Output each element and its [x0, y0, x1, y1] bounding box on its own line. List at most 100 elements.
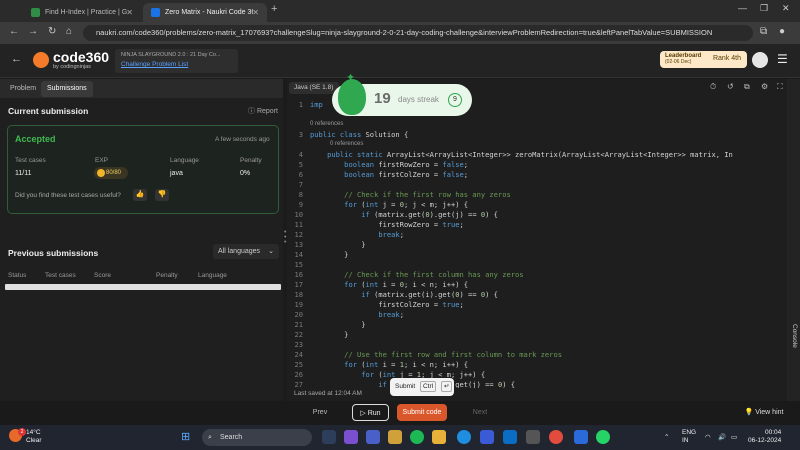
- language-filter-select[interactable]: All languages ⌄: [213, 244, 279, 259]
- task-view-icon[interactable]: [322, 430, 336, 444]
- whatsapp-icon[interactable]: [596, 430, 610, 444]
- prev-button[interactable]: Prev: [306, 404, 334, 421]
- minimize-icon[interactable]: —: [738, 3, 747, 13]
- language-filter-value: All languages: [218, 248, 261, 255]
- tray-chevron-icon[interactable]: ⌃: [664, 433, 669, 441]
- language-code: ENG: [682, 429, 697, 436]
- play-icon: ▷: [360, 410, 368, 417]
- leaderboard-button[interactable]: Leaderboard (02-06 Dec) Rank 4th: [660, 51, 747, 68]
- thumbs-down-icon[interactable]: 👎: [155, 189, 169, 201]
- file-explorer-icon[interactable]: [432, 430, 446, 444]
- volume-icon[interactable]: 🔊: [718, 433, 726, 441]
- edge-icon[interactable]: [457, 430, 471, 444]
- copilot-icon[interactable]: [388, 430, 402, 444]
- tab-label: Find H-Index | Practice | GeeksforGeeks: [45, 9, 127, 16]
- console-panel-toggle[interactable]: Console: [787, 79, 800, 401]
- new-tab-icon[interactable]: +: [271, 3, 277, 15]
- exp-label: EXP: [95, 157, 109, 164]
- window-close-icon[interactable]: ✕: [782, 3, 790, 14]
- fullscreen-icon[interactable]: ⛶: [777, 82, 783, 92]
- language-label: Language: [170, 157, 199, 164]
- logo-title: code360: [53, 49, 110, 65]
- tests-label: Test cases: [15, 157, 46, 164]
- spotify-icon[interactable]: [410, 430, 424, 444]
- extensions-icon[interactable]: ⧉: [760, 26, 767, 37]
- battery-icon[interactable]: ▭: [731, 433, 737, 441]
- code360-logo-icon[interactable]: [33, 52, 49, 68]
- language-select[interactable]: Java (SE 1.8): [289, 82, 339, 94]
- forward-icon[interactable]: →: [28, 26, 38, 37]
- search-label: Search: [220, 434, 243, 441]
- horizontal-scrollbar[interactable]: [5, 284, 281, 290]
- coin-icon: [97, 169, 105, 177]
- current-submission-title: Current submission: [8, 106, 89, 116]
- back-icon[interactable]: ←: [9, 26, 19, 37]
- profile-icon[interactable]: ●: [779, 26, 785, 37]
- run-label: Run: [367, 410, 381, 417]
- submit-tooltip: Submit Ctrl ↵: [390, 378, 454, 396]
- vscode-icon[interactable]: [574, 430, 588, 444]
- streak-badge: 9: [448, 93, 462, 107]
- weather-widget[interactable]: 14°C Clear: [26, 429, 42, 445]
- clock-time: 00:04: [764, 429, 782, 436]
- teams-work-icon[interactable]: [366, 430, 380, 444]
- code-editor[interactable]: 1 imp 0 references 3 public class Solution…: [287, 97, 785, 388]
- tab-submissions[interactable]: Submissions: [41, 81, 93, 97]
- home-icon[interactable]: ⌂: [66, 26, 72, 37]
- next-button[interactable]: Next: [466, 404, 494, 421]
- address-bar-row: ← → ↻ ⌂ naukri.com/code360/problems/zero…: [0, 22, 800, 44]
- close-icon[interactable]: ✕: [126, 3, 133, 22]
- last-saved-text: Last saved at 12:04 AM: [294, 390, 362, 397]
- info-icon: ⓘ: [248, 108, 257, 115]
- search-icon: ⌕: [208, 434, 212, 441]
- streak-count: 19: [374, 90, 391, 107]
- left-tabs: Problem Submissions: [0, 79, 283, 98]
- wifi-icon[interactable]: ◠: [705, 433, 711, 441]
- tab-zero-matrix[interactable]: Zero Matrix - Naukri Code 360 ✕: [143, 3, 267, 22]
- url-input[interactable]: naukri.com/code360/problems/zero-matrix_…: [83, 25, 753, 41]
- tab-problem[interactable]: Problem: [4, 81, 42, 97]
- back-arrow-icon[interactable]: ←: [11, 53, 22, 65]
- clock[interactable]: 00:04 06-12-2024: [748, 429, 781, 445]
- restore-icon[interactable]: ❐: [760, 3, 768, 14]
- store-icon[interactable]: [480, 430, 494, 444]
- reset-icon[interactable]: ↺: [727, 82, 734, 91]
- teams-icon[interactable]: [344, 430, 358, 444]
- terminal-icon[interactable]: [526, 430, 540, 444]
- column-penalty: Penalty: [156, 272, 178, 279]
- taskbar-search[interactable]: ⌕ Search: [202, 429, 312, 446]
- enter-key: ↵: [440, 381, 453, 392]
- tooltip-text: Submit: [395, 383, 416, 390]
- reload-icon[interactable]: ↻: [48, 26, 56, 37]
- report-button[interactable]: ⓘ Report: [248, 106, 278, 116]
- weather-badge: 2: [18, 428, 26, 436]
- submit-code-button[interactable]: Submit code: [397, 404, 447, 421]
- report-label: Report: [256, 108, 278, 115]
- timer-icon[interactable]: ⏱: [710, 82, 716, 92]
- language-indicator[interactable]: ENG IN: [682, 429, 696, 445]
- codelens-references: 0 references: [310, 121, 344, 127]
- copy-icon[interactable]: ⧉: [744, 82, 750, 92]
- challenge-problem-list-link[interactable]: Challenge Problem List: [121, 61, 232, 68]
- ctrl-key: Ctrl: [420, 381, 437, 392]
- tab-gfg[interactable]: Find H-Index | Practice | GeeksforGeeks …: [23, 3, 141, 22]
- thumbs-up-icon[interactable]: 👍: [133, 189, 147, 201]
- rank-text: Rank 4th: [712, 55, 741, 62]
- run-button[interactable]: ▷ Run: [352, 404, 389, 421]
- region-code: IN: [682, 437, 689, 444]
- avatar[interactable]: [752, 52, 768, 68]
- hamburger-menu-icon[interactable]: ☰: [777, 52, 788, 66]
- settings-icon[interactable]: ⚙: [761, 82, 768, 91]
- view-hint-button[interactable]: 💡 View hint: [739, 404, 789, 421]
- chrome-icon[interactable]: [549, 430, 563, 444]
- clock-date: 06-12-2024: [748, 437, 782, 444]
- close-icon[interactable]: ✕: [252, 3, 259, 22]
- language-value: java: [170, 170, 183, 177]
- logo-subtitle: by codingninjas: [53, 64, 91, 70]
- app-icon[interactable]: [503, 430, 517, 444]
- windows-start-icon[interactable]: ⊞: [181, 430, 190, 443]
- gfg-favicon-icon: [31, 8, 40, 17]
- temperature: 14°C: [26, 429, 41, 436]
- weather-condition: Clear: [26, 437, 42, 444]
- challenge-box: NINJA SLAYGROUND 2.0 : 21 Day Co... Chal…: [115, 49, 238, 73]
